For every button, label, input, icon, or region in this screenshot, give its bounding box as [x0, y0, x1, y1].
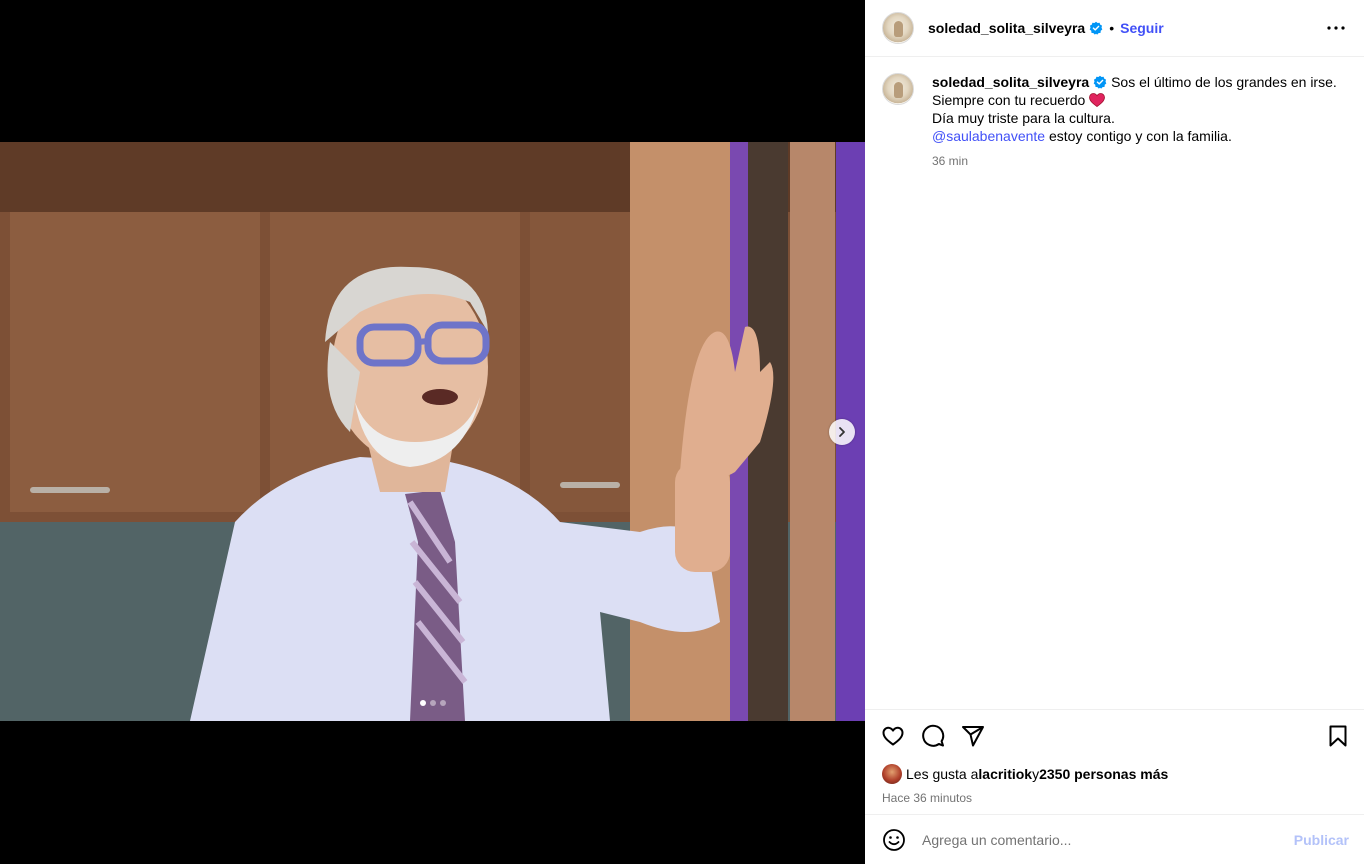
post-time-ago[interactable]: Hace 36 minutos [865, 791, 1364, 805]
post-footer: Les gusta a lacritiok y 2350 personas má… [865, 709, 1364, 805]
comment-input[interactable] [922, 831, 1294, 848]
carousel-next-button[interactable] [829, 419, 855, 445]
carousel-dot [439, 700, 446, 706]
more-options-icon [1327, 26, 1345, 30]
caption-author-avatar[interactable] [882, 73, 914, 105]
red-heart-emoji-icon [1089, 93, 1106, 107]
comment-button[interactable] [921, 724, 945, 748]
author-username[interactable]: soledad_solita_silveyra [928, 20, 1085, 36]
likes-summary: Les gusta a lacritiok y 2350 personas má… [865, 764, 1364, 784]
caption-line: @saulabenavente estoy contigo y con la f… [932, 127, 1337, 145]
likes-count[interactable]: 2350 personas más [1039, 766, 1168, 782]
post-detail-panel: soledad_solita_silveyra • Seguir soledad… [865, 0, 1364, 864]
liker-avatar[interactable] [882, 764, 902, 784]
caption-text: estoy contigo y con la familia. [1045, 128, 1232, 144]
action-bar [865, 710, 1364, 762]
verified-badge-icon [1093, 75, 1107, 89]
caption-body: soledad_solita_silveyra Sos el último de… [932, 73, 1337, 170]
emoji-face-icon [883, 828, 905, 851]
bookmark-icon [1329, 725, 1347, 747]
post-header: soledad_solita_silveyra • Seguir [865, 0, 1364, 57]
likes-conjunction: y [1032, 766, 1040, 782]
media-pane [0, 0, 865, 864]
chevron-right-icon [839, 427, 845, 437]
post-caption: soledad_solita_silveyra Sos el último de… [865, 57, 1364, 170]
liker-username[interactable]: lacritiok [978, 766, 1032, 782]
carousel-dot [429, 700, 436, 706]
post-photo[interactable] [0, 142, 865, 721]
carousel-indicator [0, 700, 865, 706]
emoji-picker-button[interactable] [882, 828, 906, 852]
save-button[interactable] [1326, 724, 1350, 748]
caption-line: Día muy triste para la cultura. [932, 109, 1337, 127]
verified-badge-icon [1089, 21, 1103, 35]
more-options-button[interactable] [1324, 16, 1348, 40]
caption-text: Siempre con tu recuerdo [932, 92, 1086, 108]
like-button[interactable] [881, 724, 905, 748]
caption-author-username[interactable]: soledad_solita_silveyra [932, 74, 1089, 90]
header-separator: • [1109, 20, 1115, 36]
likes-prefix: Les gusta a [906, 766, 979, 782]
caption-timestamp[interactable]: 36 min [932, 152, 1337, 170]
follow-button[interactable]: Seguir [1120, 20, 1164, 36]
photo-illustration [0, 142, 865, 721]
caption-line: Siempre con tu recuerdo [932, 91, 1337, 109]
carousel-dot [419, 700, 426, 706]
caption-text: Día muy triste para la cultura. [932, 110, 1115, 126]
caption-text: Sos el último de los grandes en irse. [1111, 74, 1337, 90]
comment-bubble-icon [922, 724, 945, 747]
heart-icon [882, 726, 904, 746]
author-avatar[interactable] [882, 12, 914, 44]
caption-line: soledad_solita_silveyra Sos el último de… [932, 73, 1337, 91]
mention-link[interactable]: @saulabenavente [932, 128, 1045, 144]
comment-bar: Publicar [865, 814, 1364, 864]
publish-button[interactable]: Publicar [1294, 832, 1349, 848]
share-button[interactable] [961, 724, 985, 748]
paper-plane-icon [962, 726, 984, 747]
